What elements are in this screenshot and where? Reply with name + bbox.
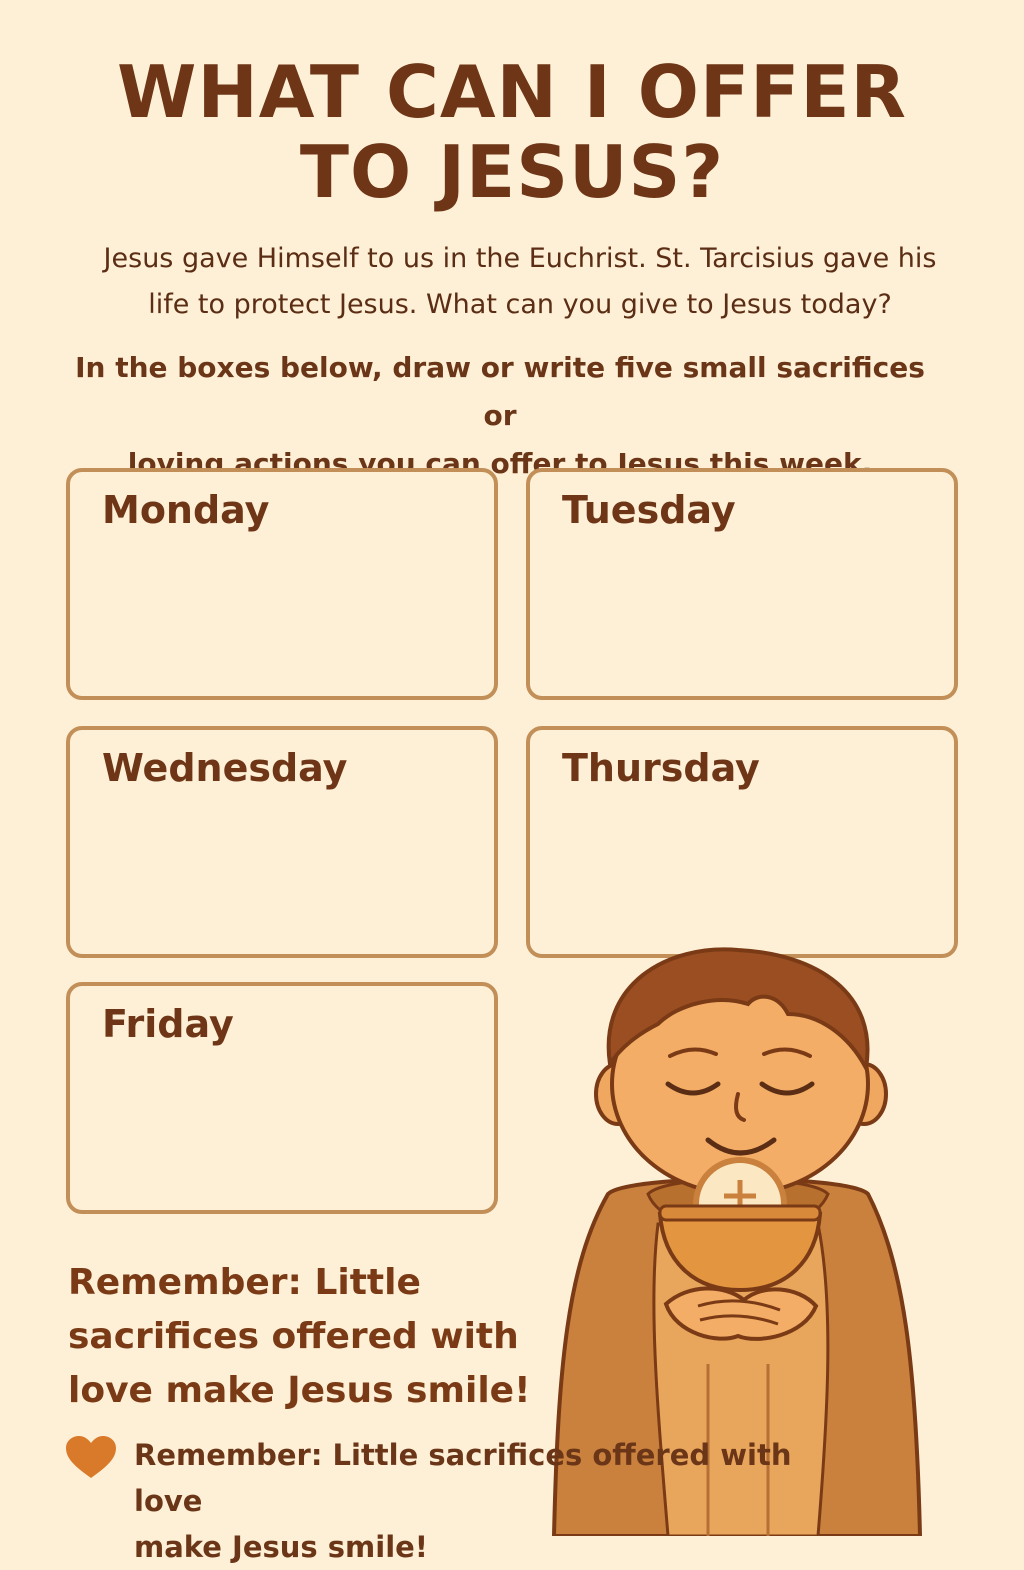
instructions-text: In the boxes below, draw or write five s…	[60, 344, 940, 488]
instructions-line-1: In the boxes below, draw or write five s…	[75, 351, 925, 432]
day-box-wednesday[interactable]: Wednesday	[66, 726, 498, 958]
day-label-wednesday: Wednesday	[102, 746, 348, 790]
page-title: WHAT CAN I OFFER TO JESUS?	[0, 52, 1024, 212]
day-label-monday: Monday	[102, 488, 270, 532]
title-line-1: WHAT CAN I OFFER	[117, 50, 907, 134]
intro-text: Jesus gave Himself to us in the Euchrist…	[60, 236, 980, 328]
intro-line-2: life to protect Jesus. What can you give…	[148, 289, 892, 320]
title-line-2: TO JESUS?	[299, 130, 725, 214]
remember-line-1: Remember: Little	[68, 1262, 421, 1303]
remember-line-3: love make Jesus smile!	[68, 1370, 531, 1411]
heart-icon	[66, 1436, 116, 1478]
day-label-thursday: Thursday	[562, 746, 760, 790]
day-box-friday[interactable]: Friday	[66, 982, 498, 1214]
footer-line-1: Remember: Little sacrifices offered with…	[134, 1438, 792, 1518]
day-box-monday[interactable]: Monday	[66, 468, 498, 700]
footer-text: Remember: Little sacrifices offered with…	[134, 1432, 844, 1570]
remember-line-2: sacrifices offered with	[68, 1316, 519, 1357]
footer-line-2: make Jesus smile!	[134, 1530, 429, 1564]
day-label-tuesday: Tuesday	[562, 488, 736, 532]
day-box-thursday[interactable]: Thursday	[526, 726, 958, 958]
day-box-tuesday[interactable]: Tuesday	[526, 468, 958, 700]
remember-note: Remember: Little sacrifices offered with…	[68, 1256, 538, 1418]
day-label-friday: Friday	[102, 1002, 234, 1046]
footer-reminder: Remember: Little sacrifices offered with…	[66, 1432, 846, 1564]
intro-line-1: Jesus gave Himself to us in the Euchrist…	[103, 243, 937, 274]
